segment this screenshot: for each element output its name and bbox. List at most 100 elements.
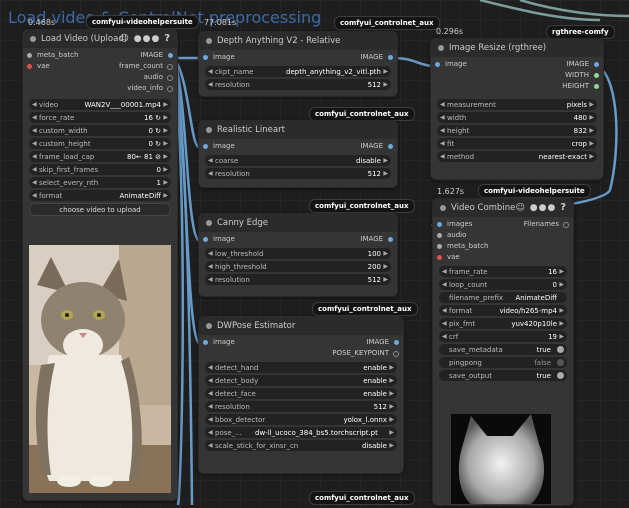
widget-custom-height[interactable]: ◀ custom_height 0 ↻ ▶ <box>29 138 171 149</box>
help-icon[interactable]: ? <box>164 33 171 44</box>
widget-format[interactable]: ◀ format video/h265-mp4 ▶ <box>439 305 567 316</box>
widget-detect-hand[interactable]: ◀ detect_hand enable ▶ <box>205 362 397 373</box>
resize-header[interactable]: Image Resize (rgthree) <box>431 39 603 57</box>
load-video-timing: 0.468s <box>28 18 56 27</box>
pose-keypoint-socket[interactable] <box>393 351 399 357</box>
output-video-info: video_info <box>127 84 163 92</box>
widget-high-threshold[interactable]: ◀ high_threshold 200 ▶ <box>205 261 391 272</box>
widget-low-threshold[interactable]: ◀ low_threshold 100 ▶ <box>205 248 391 259</box>
image-input-socket[interactable] <box>203 144 208 149</box>
input-vae: vae <box>447 253 460 261</box>
upload-video-button[interactable]: choose video to upload <box>29 203 171 216</box>
widget-custom-width[interactable]: ◀ custom_width 0 ↻ ▶ <box>29 125 171 136</box>
toggle-save-output[interactable]: save_output true <box>439 370 567 381</box>
collapse-dot-icon[interactable] <box>206 323 212 329</box>
lineart-badge: comfyui_controlnet_aux <box>309 107 415 121</box>
widget-resolution[interactable]: ◀ resolution 512 ▶ <box>205 168 391 179</box>
video-info-socket[interactable] <box>167 86 173 92</box>
frame-count-socket[interactable] <box>167 64 173 70</box>
depth-header[interactable]: Depth Anything V2 - Relative <box>199 32 397 50</box>
dwpose-badge: comfyui_controlnet_aux <box>312 302 418 316</box>
widget-resolution[interactable]: ◀ resolution 512 ▶ <box>205 401 397 412</box>
image-output-socket[interactable] <box>168 53 173 58</box>
widget-pix-fmt[interactable]: ◀ pix_fmt yuv420p10le ▶ <box>439 318 567 329</box>
widget-frame-load-cap[interactable]: ◀ frame_load_cap 80← 81 ⊘ ▶ <box>29 151 171 162</box>
vae-socket[interactable] <box>27 64 32 69</box>
widget-coarse[interactable]: ◀ coarse disable ▶ <box>205 155 391 166</box>
width-socket[interactable] <box>594 73 599 78</box>
collapse-dot-icon[interactable] <box>30 36 36 42</box>
lineart-header[interactable]: Realistic Lineart <box>199 121 397 139</box>
canny-node[interactable]: Canny Edge image IMAGE ◀ low_threshold 100… <box>198 213 398 297</box>
collapse-dot-icon[interactable] <box>440 205 446 211</box>
image-output-socket[interactable] <box>388 55 393 60</box>
depth-node[interactable]: Depth Anything V2 - Relative image IMAGE… <box>198 31 398 97</box>
io-row: image IMAGE <box>199 142 397 153</box>
vae-input-socket[interactable] <box>437 255 442 260</box>
widget-detect-body[interactable]: ◀ detect_body enable ▶ <box>205 375 397 386</box>
widget-scale-stick[interactable]: ◀ scale_stick_for_xinsr_cn disable ▶ <box>205 440 397 451</box>
image-output-socket[interactable] <box>594 62 599 67</box>
resize-node[interactable]: Image Resize (rgthree) image IMAGE WIDTH… <box>430 38 604 180</box>
widget-select-every-nth[interactable]: ◀ select_every_nth 1 ▶ <box>29 177 171 188</box>
combine-header[interactable]: Video Combine ☺ ●●● ? <box>433 199 573 217</box>
widget-fit[interactable]: ◀ fit crop ▶ <box>437 138 597 149</box>
widget-detect-face[interactable]: ◀ detect_face enable ▶ <box>205 388 397 399</box>
widget-ckpt-name[interactable]: ◀ ckpt_name depth_anything_v2_vitl.pth ▶ <box>205 66 391 77</box>
widget-bbox-detector[interactable]: ◀ bbox_detector yolox_l.onnx ▶ <box>205 414 397 425</box>
load-video-header[interactable]: Load Video (Upload) ☺ ●●● ? <box>23 30 177 48</box>
io-row: audio <box>23 73 177 84</box>
meta-batch-input-socket[interactable] <box>437 244 442 249</box>
depth-badge: comfyui_controlnet_aux <box>334 16 440 30</box>
image-input-socket[interactable] <box>203 237 208 242</box>
image-output-socket[interactable] <box>388 237 393 242</box>
dwpose-node[interactable]: DWPose Estimator image IMAGE POSE_KEYPOI… <box>198 316 404 474</box>
input-image: image <box>445 60 467 68</box>
io-row: images Filenames <box>433 220 573 231</box>
io-row: image IMAGE <box>199 53 397 64</box>
input-vae: vae <box>37 62 50 70</box>
widget-crf[interactable]: ◀ crf 19 ▶ <box>439 331 567 342</box>
image-output-socket[interactable] <box>388 144 393 149</box>
widget-method[interactable]: ◀ method nearest-exact ▶ <box>437 151 597 162</box>
meta-batch-socket[interactable] <box>27 53 32 58</box>
widget-filename-prefix[interactable]: filename_prefix AnimateDiff <box>439 292 567 303</box>
collapse-dot-icon[interactable] <box>206 38 212 44</box>
output-audio: audio <box>143 73 163 81</box>
image-output-socket[interactable] <box>394 340 399 345</box>
toggle-pingpong[interactable]: pingpong false <box>439 357 567 368</box>
load-video-node[interactable]: Load Video (Upload) ☺ ●●● ? meta_batch I… <box>22 29 178 501</box>
widget-skip-first-frames[interactable]: ◀ skip_first_frames 0 ▶ <box>29 164 171 175</box>
widget-resolution[interactable]: ◀ resolution 512 ▶ <box>205 79 391 90</box>
toggle-knob-icon <box>557 359 564 366</box>
combine-node[interactable]: Video Combine ☺ ●●● ? images Filenames a… <box>432 198 574 506</box>
widget-frame-rate[interactable]: ◀ frame_rate 16 ▶ <box>439 266 567 277</box>
images-input-socket[interactable] <box>437 222 442 227</box>
widget-format[interactable]: ◀ format AnimateDiff ▶ <box>29 190 171 201</box>
audio-input-socket[interactable] <box>437 233 442 238</box>
widget-pose-estimator[interactable]: ◀ pose_... dw-ll_ucoco_384_bs5.torchscript… <box>205 427 397 438</box>
widget-measurement[interactable]: ◀ measurement pixels ▶ <box>437 99 597 110</box>
dwpose-header[interactable]: DWPose Estimator <box>199 317 403 335</box>
lineart-node[interactable]: Realistic Lineart image IMAGE ◀ coarse dis… <box>198 120 398 188</box>
widget-loop-count[interactable]: ◀ loop_count 0 ▶ <box>439 279 567 290</box>
height-socket[interactable] <box>594 84 599 89</box>
image-input-socket[interactable] <box>435 62 440 67</box>
input-image: image <box>213 235 235 243</box>
load-video-title: Load Video (Upload) <box>41 34 128 44</box>
toggle-save-metadata[interactable]: save_metadata true <box>439 344 567 355</box>
widget-width[interactable]: ◀ width 480 ▶ <box>437 112 597 123</box>
widget-resolution[interactable]: ◀ resolution 512 ▶ <box>205 274 391 285</box>
canny-header[interactable]: Canny Edge <box>199 214 397 232</box>
widget-video[interactable]: ◀ video WAN2V___00001.mp4 ▶ <box>29 99 171 110</box>
collapse-dot-icon[interactable] <box>438 45 444 51</box>
widget-force-rate[interactable]: ◀ force_rate 16 ↻ ▶ <box>29 112 171 123</box>
image-input-socket[interactable] <box>203 55 208 60</box>
image-input-socket[interactable] <box>203 340 208 345</box>
collapse-dot-icon[interactable] <box>206 127 212 133</box>
audio-socket[interactable] <box>167 75 173 81</box>
filenames-socket[interactable] <box>563 222 569 228</box>
help-icon[interactable]: ? <box>560 202 567 213</box>
widget-height[interactable]: ◀ height 832 ▶ <box>437 125 597 136</box>
collapse-dot-icon[interactable] <box>206 220 212 226</box>
